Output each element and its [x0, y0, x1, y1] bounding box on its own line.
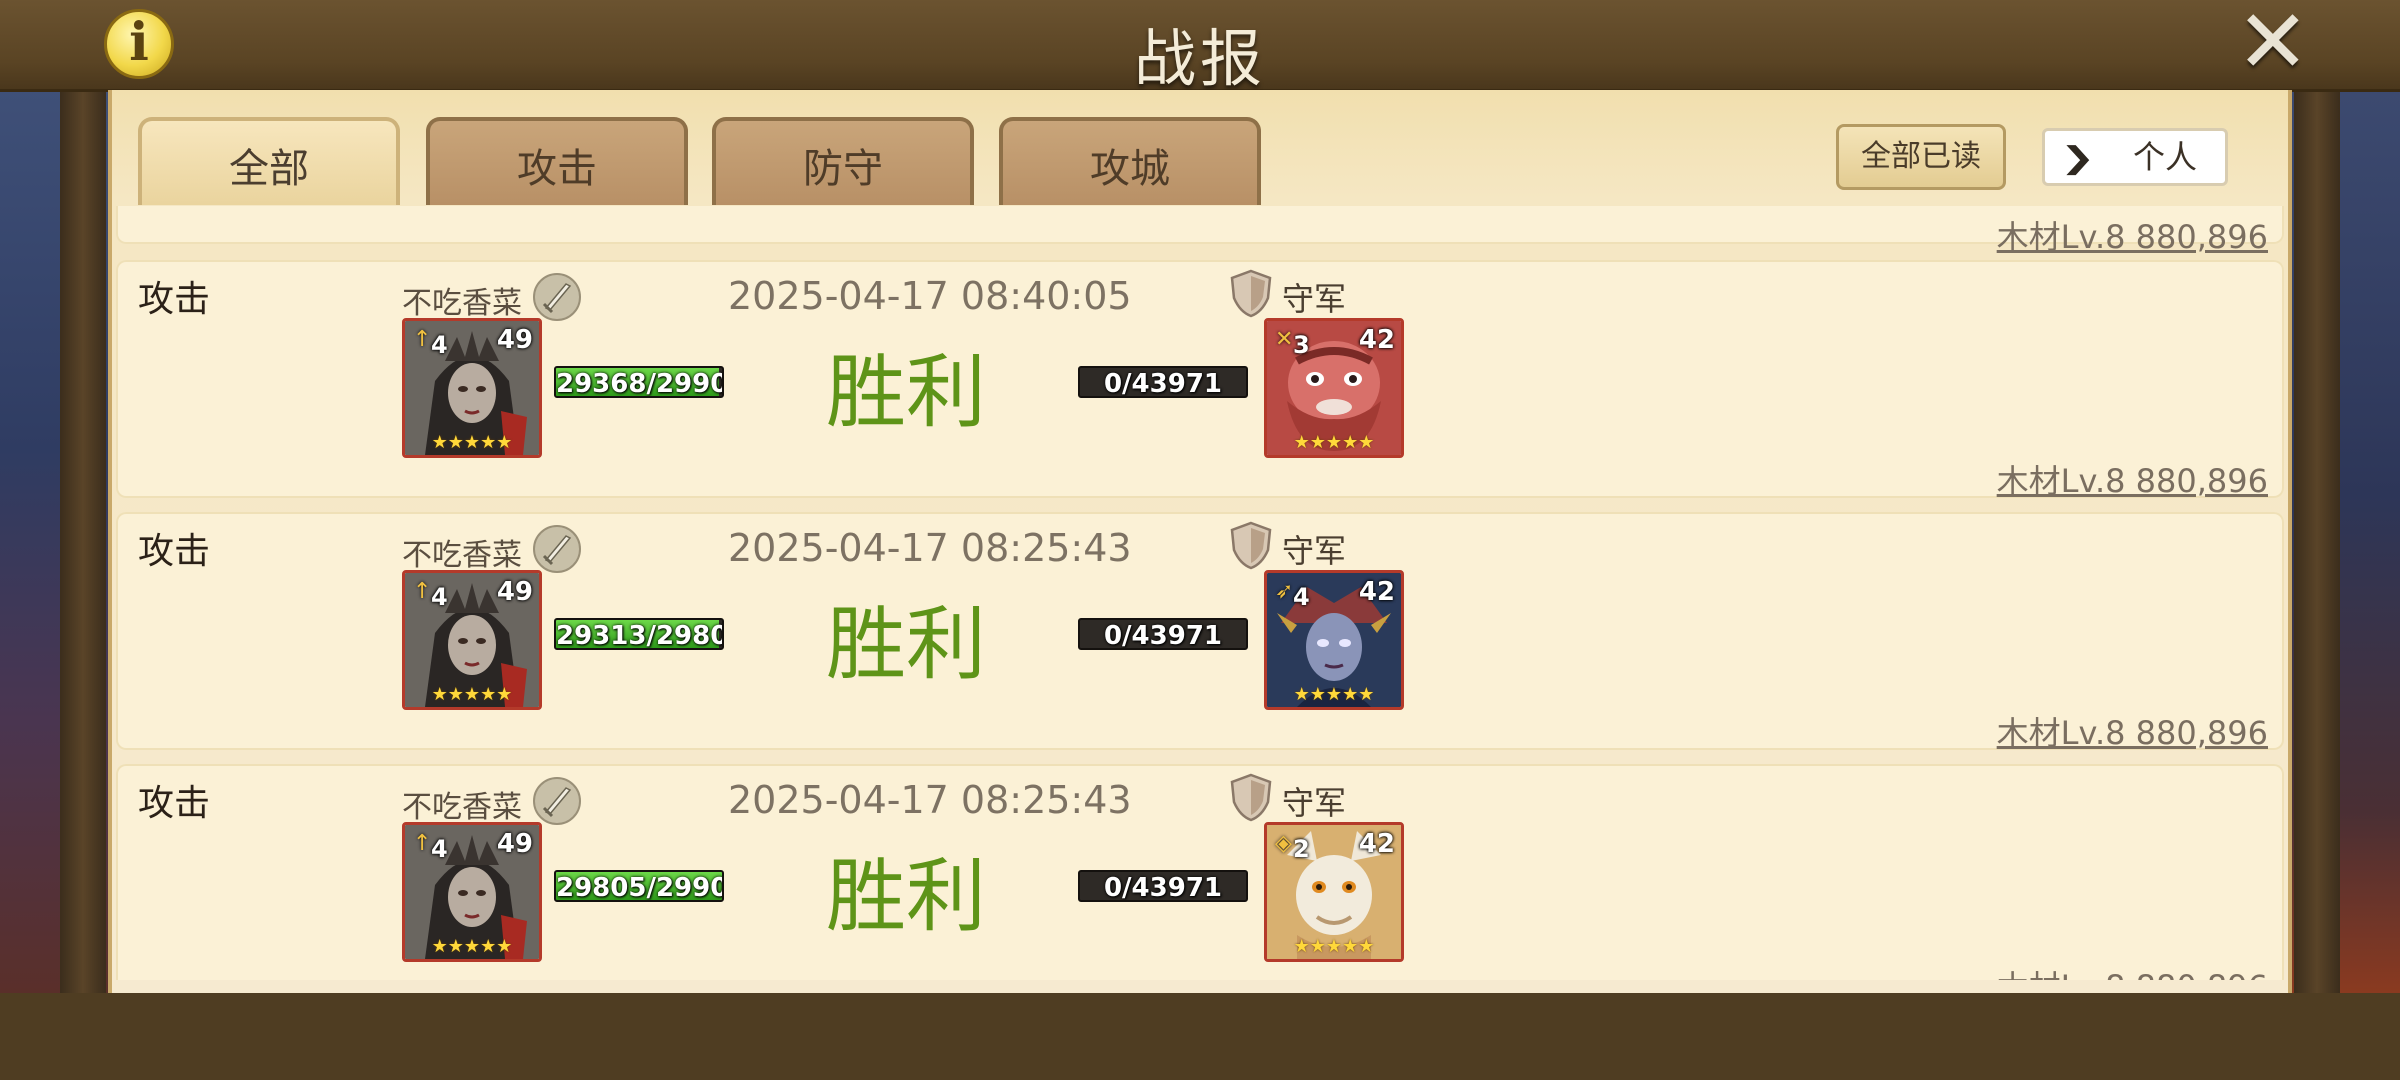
defender-hero-portrait[interactable]: ✕ 3 42 ★★★★★ — [1264, 318, 1404, 458]
report-timestamp: 2025-04-17 08:25:43 — [728, 778, 1132, 822]
report-type-label: 攻击 — [138, 531, 211, 572]
bottom-frame-bar — [0, 993, 2400, 1080]
battle-result: 胜利 — [826, 850, 986, 943]
defender-name: 守军 — [1282, 784, 1347, 822]
report-timestamp: 2025-04-17 08:25:43 — [728, 526, 1132, 570]
hero-level: 42 — [1358, 829, 1395, 859]
tab-siege[interactable]: 攻城 — [999, 117, 1261, 205]
defender-hp-bar: 0/43971 — [1078, 618, 1248, 650]
hero-stars: ★★★★★ — [1293, 936, 1375, 957]
attacker-hp-text: 29368/29900 — [556, 369, 722, 398]
battle-result: 胜利 — [826, 598, 986, 691]
attacker-hp-text: 29805/29900 — [556, 873, 722, 902]
hero-stars: ★★★★★ — [431, 936, 513, 957]
close-icon[interactable]: ✕ — [2236, 0, 2310, 86]
attacker-name: 不吃香菜 — [402, 286, 522, 321]
report-type-label: 攻击 — [138, 279, 211, 320]
attacker-hp-bar: 29313/29805 — [554, 618, 724, 650]
report-row[interactable]: 攻击 不吃香菜 2025-04-17 08:40:05 守军 ↑ 4 49 ★★… — [116, 260, 2284, 500]
shield-icon — [1230, 773, 1272, 822]
hero-tier: 4 — [431, 331, 448, 359]
sword-icon — [533, 777, 581, 825]
resource-link[interactable]: 木材Lv.8 880,896 — [1997, 212, 2268, 258]
report-row[interactable]: 攻击 不吃香菜 2025-04-17 08:25:43 守军 ↑ 4 49 ★★… — [116, 512, 2284, 752]
hero-tier: 4 — [431, 583, 448, 611]
report-row[interactable]: 攻击 不吃香菜 2025-04-17 08:25:43 守军 ↑ 4 49 ★★… — [116, 764, 2284, 980]
crossed-swords-class-icon: ✕ — [1275, 327, 1294, 352]
chevron-down-icon: ❯ — [2059, 141, 2096, 176]
attacker-hero-portrait[interactable]: ↑ 4 49 ★★★★★ — [402, 822, 542, 962]
hero-stars: ★★★★★ — [1293, 432, 1375, 453]
hero-level: 42 — [1358, 577, 1395, 607]
attacker-hp-bar: 29805/29900 — [554, 870, 724, 902]
shield-icon — [1230, 521, 1272, 570]
hero-stars: ★★★★★ — [431, 684, 513, 705]
attacker-hp-bar: 29368/29900 — [554, 366, 724, 398]
resource-link[interactable]: 木材Lv.8 880,896 — [1997, 708, 2268, 754]
defender-hp-bar: 0/43971 — [1078, 366, 1248, 398]
filter-dropdown[interactable]: ❯ 个人 — [2042, 128, 2228, 186]
attacker-name: 不吃香菜 — [402, 538, 522, 573]
bow-class-icon: ➶ — [1275, 579, 1294, 604]
resource-link[interactable]: 木材Lv.8 880,896 — [1997, 962, 2268, 980]
battle-result: 胜利 — [826, 346, 986, 439]
attacker-hero-portrait[interactable]: ↑ 4 49 ★★★★★ — [402, 318, 542, 458]
defender-hero-portrait[interactable]: ◈ 2 42 ★★★★★ — [1264, 822, 1404, 962]
hero-tier: 2 — [1293, 835, 1310, 863]
tab-attack[interactable]: 攻击 — [426, 117, 688, 205]
spear-class-icon: ↑ — [413, 327, 432, 352]
report-type-label: 攻击 — [138, 783, 211, 824]
defender-hero-portrait[interactable]: ➶ 4 42 ★★★★★ — [1264, 570, 1404, 710]
hero-tier: 4 — [1293, 583, 1310, 611]
hero-stars: ★★★★★ — [431, 432, 513, 453]
sword-icon — [533, 273, 581, 321]
frame-pillar-left — [60, 88, 106, 993]
filter-selected-label: 个人 — [2133, 138, 2198, 176]
hero-stars: ★★★★★ — [1293, 684, 1375, 705]
defender-name: 守军 — [1282, 280, 1347, 318]
frame-pillar-right — [2294, 88, 2340, 993]
report-timestamp: 2025-04-17 08:40:05 — [728, 274, 1132, 318]
resource-link[interactable]: 木材Lv.8 880,896 — [1997, 456, 2268, 502]
defender-hp-text: 0/43971 — [1103, 873, 1223, 902]
attacker-hero-portrait[interactable]: ↑ 4 49 ★★★★★ — [402, 570, 542, 710]
tab-defend[interactable]: 防守 — [712, 117, 974, 205]
hero-level: 49 — [496, 829, 533, 859]
hero-level: 49 — [496, 325, 533, 355]
list-item-partial: 木材Lv.8 880,896 — [116, 206, 2284, 256]
hero-level: 49 — [496, 577, 533, 607]
report-list[interactable]: 木材Lv.8 880,896 攻击 不吃香菜 2025-04-17 08:40:… — [116, 206, 2284, 980]
read-all-button[interactable]: 全部已读 — [1836, 124, 2006, 190]
hero-tier: 3 — [1293, 331, 1310, 359]
attacker-name: 不吃香菜 — [402, 790, 522, 825]
spear-class-icon: ↑ — [413, 579, 432, 604]
defender-name: 守军 — [1282, 532, 1347, 570]
sword-icon — [533, 525, 581, 573]
hero-level: 42 — [1358, 325, 1395, 355]
spear-class-icon: ↑ — [413, 831, 432, 856]
defender-hp-text: 0/43971 — [1103, 369, 1223, 398]
defender-hp-text: 0/43971 — [1103, 621, 1223, 650]
page-title: 战报 — [1133, 22, 1266, 95]
hero-tier: 4 — [431, 835, 448, 863]
shield-icon — [1230, 269, 1272, 318]
tab-all[interactable]: 全部 — [138, 117, 400, 205]
wand-class-icon: ◈ — [1275, 831, 1292, 856]
header-bar: i 战报 ✕ — [0, 0, 2400, 95]
defender-hp-bar: 0/43971 — [1078, 870, 1248, 902]
attacker-hp-text: 29313/29805 — [556, 621, 722, 650]
